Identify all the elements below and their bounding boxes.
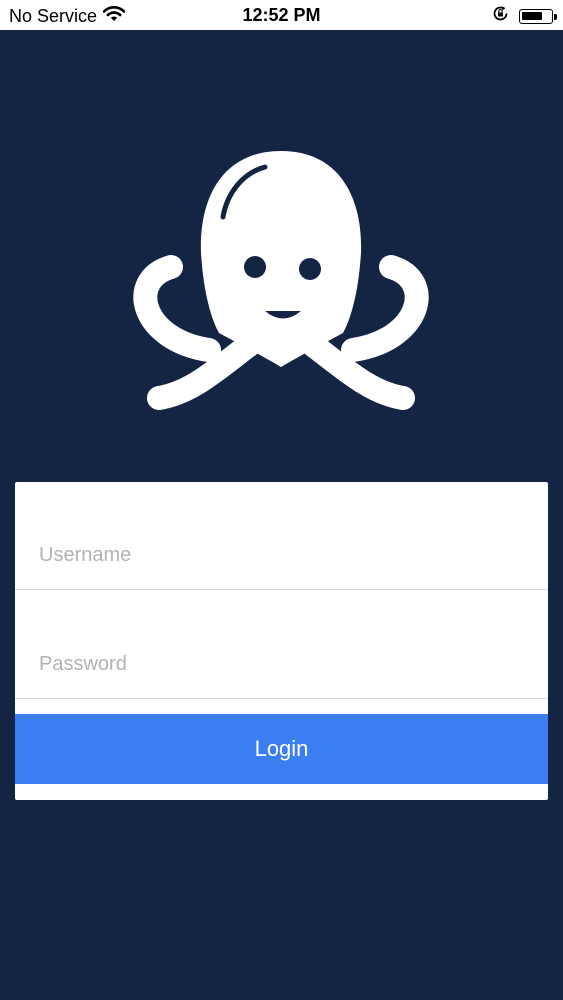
username-input[interactable] xyxy=(39,544,519,567)
status-bar: No Service 12:52 PM xyxy=(0,0,563,30)
status-time: 12:52 PM xyxy=(242,5,321,25)
password-field xyxy=(15,591,548,699)
battery-icon xyxy=(519,8,557,24)
octopus-logo-icon xyxy=(131,145,431,420)
status-right xyxy=(492,5,557,27)
password-input[interactable] xyxy=(39,653,519,676)
login-card: Login xyxy=(15,482,548,800)
battery-fill xyxy=(522,11,543,20)
orientation-lock-icon xyxy=(492,5,509,27)
username-field xyxy=(15,482,548,590)
login-button[interactable]: Login xyxy=(15,714,548,784)
